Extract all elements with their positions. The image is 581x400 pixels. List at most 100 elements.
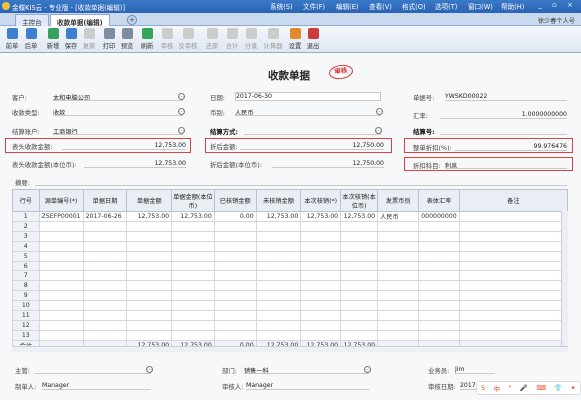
grid-cell[interactable]	[38, 221, 84, 232]
grid-cell[interactable]	[340, 221, 379, 232]
grid-cell[interactable]	[418, 221, 460, 232]
grid-cell[interactable]	[171, 221, 215, 232]
ime-toolbar[interactable]: S 中 ° 🎤 ⌨ 👕 ✦	[476, 381, 581, 395]
grid-horizontal-scrollbar[interactable]	[12, 346, 568, 352]
currency-lookup-icon[interactable]: …	[376, 108, 383, 115]
grid-cell[interactable]	[38, 250, 84, 262]
grid-cell[interactable]	[213, 270, 257, 282]
grid-cell[interactable]	[377, 329, 420, 341]
doc-date-cell[interactable]: 2017-06-26	[82, 211, 128, 222]
tools-icon[interactable]: ✦	[570, 384, 575, 392]
grid-cell[interactable]	[418, 329, 460, 341]
grid-cell[interactable]	[418, 270, 460, 282]
new-button[interactable]: 新增	[44, 28, 62, 50]
grid-cell[interactable]	[458, 230, 569, 242]
grid-cell[interactable]	[458, 310, 569, 321]
receipt-type-lookup-icon[interactable]: …	[178, 108, 185, 115]
exit-button[interactable]: 退出	[304, 28, 322, 50]
unaudit-button[interactable]: 反审核	[177, 28, 199, 50]
grid-cell[interactable]	[340, 329, 379, 341]
table-row[interactable]: 9	[12, 290, 569, 302]
date-field[interactable]: 2017-06-30	[235, 92, 381, 101]
discounted-amount-field[interactable]: 12,750.00	[240, 142, 384, 150]
grid-cell[interactable]	[82, 319, 128, 331]
table-row[interactable]: 4	[12, 240, 569, 252]
unverified-amount-cell[interactable]: 12,753.00	[255, 211, 302, 222]
settle-method-lookup-icon[interactable]: …	[375, 127, 382, 134]
restore-button[interactable]: 复原	[80, 28, 98, 50]
prev-doc-button[interactable]: 前单	[3, 28, 21, 50]
settings-button[interactable]: 设置	[286, 28, 304, 50]
grid-cell[interactable]	[82, 310, 128, 321]
grid-cell[interactable]	[126, 230, 173, 242]
grid-cell[interactable]	[82, 329, 128, 341]
grid-cell[interactable]	[213, 290, 257, 302]
grid-cell[interactable]	[171, 230, 215, 242]
header-receipt-amount-field[interactable]: 12,753.00	[62, 142, 186, 150]
grid-cell[interactable]	[340, 230, 379, 242]
window-controls[interactable]: _ ▫ ×	[538, 1, 577, 9]
currency-field[interactable]: 人民币	[235, 108, 381, 116]
grid-cell[interactable]	[300, 270, 342, 282]
col-header[interactable]: 行号	[12, 189, 40, 212]
grid-cell[interactable]	[418, 310, 460, 321]
grid-cell[interactable]	[340, 260, 379, 272]
grid-cell[interactable]	[377, 250, 420, 262]
grid-cell[interactable]	[418, 280, 460, 292]
col-header[interactable]: 表体汇率	[418, 189, 460, 212]
grid-cell[interactable]	[38, 230, 84, 242]
grid-cell[interactable]	[300, 300, 342, 312]
grid-cell[interactable]	[82, 221, 128, 232]
grid-cell[interactable]	[126, 270, 173, 282]
customer-lookup-icon[interactable]: …	[178, 93, 185, 100]
grid-cell[interactable]	[255, 250, 302, 262]
table-row[interactable]: 5	[12, 250, 569, 262]
grid-cell[interactable]	[126, 260, 173, 272]
grid-cell[interactable]	[126, 329, 173, 341]
microphone-icon[interactable]: 🎤	[520, 384, 528, 392]
doc-no-field[interactable]: YWSKD00022	[445, 93, 567, 101]
verified-amount-cell[interactable]: 0.00	[213, 211, 257, 222]
col-header[interactable]: 单据金额	[126, 189, 173, 212]
table-row[interactable]: 13	[12, 329, 569, 341]
grid-cell[interactable]	[255, 310, 302, 321]
menu-edit[interactable]: 编辑(E)	[336, 1, 369, 11]
department-field[interactable]: 销售一科	[244, 366, 369, 374]
grid-cell[interactable]	[300, 280, 342, 292]
grid-cell[interactable]	[377, 270, 420, 282]
col-header[interactable]: 单据金额(本位币)	[171, 189, 215, 212]
menu-format[interactable]: 格式(O)	[402, 1, 435, 11]
grid-cell[interactable]	[340, 310, 379, 321]
revert-button[interactable]: 还原	[203, 28, 221, 50]
chinese-mode-icon[interactable]: 中	[494, 383, 501, 393]
grid-cell[interactable]	[340, 319, 379, 331]
settle-account-lookup-icon[interactable]: …	[178, 127, 185, 134]
table-row[interactable]: 7	[12, 270, 569, 282]
grid-cell[interactable]	[340, 250, 379, 262]
grid-cell[interactable]	[171, 319, 215, 331]
grid-cell[interactable]	[458, 221, 569, 232]
body-rate-cell[interactable]: 000000000	[418, 211, 460, 222]
grid-cell[interactable]	[82, 300, 128, 312]
exchange-rate-field[interactable]: 1.0000000000	[440, 111, 567, 119]
grid-cell[interactable]	[38, 270, 84, 282]
grid-cell[interactable]	[82, 230, 128, 242]
grid-cell[interactable]	[213, 319, 257, 331]
grid-cell[interactable]	[82, 270, 128, 282]
menu-window[interactable]: 窗口(W)	[468, 1, 501, 11]
grid-cell[interactable]	[255, 300, 302, 312]
col-header[interactable]: 备注	[458, 189, 569, 212]
grid-cell[interactable]	[458, 329, 569, 341]
discount-subject-field[interactable]: 利息	[445, 161, 567, 169]
grid-cell[interactable]	[171, 310, 215, 321]
grid-cell[interactable]	[340, 300, 379, 312]
grid-cell[interactable]	[300, 230, 342, 242]
grid-cell[interactable]	[126, 310, 173, 321]
receipt-type-field[interactable]: 收款	[53, 108, 183, 116]
grid-cell[interactable]	[458, 260, 569, 272]
grid-cell[interactable]	[171, 260, 215, 272]
grid-cell[interactable]	[300, 310, 342, 321]
col-header[interactable]: 已核销金额	[213, 189, 257, 212]
grid-cell[interactable]	[82, 290, 128, 302]
grid-cell[interactable]	[255, 319, 302, 331]
